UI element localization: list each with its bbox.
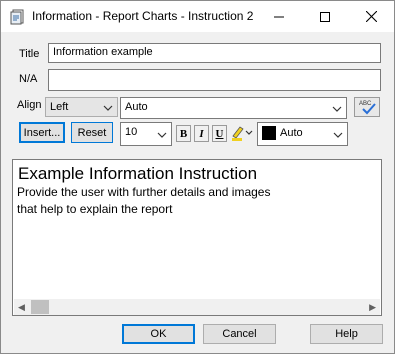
font-select-value: Auto [125,101,148,113]
scroll-right-icon[interactable]: ▶ [369,302,376,313]
insert-button[interactable]: Insert... [19,122,65,143]
text-color-select[interactable]: Auto [257,122,348,146]
close-button[interactable] [348,1,394,32]
highlighter-icon [232,126,253,141]
font-select[interactable]: Auto [120,97,347,119]
maximize-button[interactable] [302,1,348,32]
spellcheck-icon-text: ABC [359,101,372,107]
reset-button[interactable]: Reset [71,122,113,143]
highlight-color-button[interactable] [230,124,254,142]
scrollbar-thumb[interactable] [31,300,49,314]
chevron-down-icon [157,132,167,138]
underline-button[interactable]: U [212,125,227,142]
title-label: Title [19,48,40,60]
title-bar: Information - Report Charts - Instructio… [1,1,394,32]
text-color-value: Auto [280,127,303,139]
chevron-down-icon [103,105,113,111]
chevron-down-icon [333,132,343,138]
italic-button[interactable]: I [194,125,209,142]
na-label: N/A [19,73,38,85]
title-input[interactable]: Information example [48,43,381,63]
scroll-left-icon[interactable]: ◀ [18,302,25,313]
align-label: Align [17,99,42,111]
minimize-icon [274,16,284,17]
align-select[interactable]: Left [45,97,118,117]
bold-button[interactable]: B [176,125,191,142]
font-size-value: 10 [125,126,138,138]
align-select-value: Left [50,101,69,113]
help-button[interactable]: Help [310,324,383,344]
cancel-button[interactable]: Cancel [203,324,276,344]
minimize-button[interactable] [256,1,302,32]
color-swatch [262,126,276,140]
ok-button[interactable]: OK [122,324,195,344]
editor-heading: Example Information Instruction [18,164,258,183]
report-document-icon [10,9,24,25]
font-size-select[interactable]: 10 [120,122,172,146]
maximize-icon [320,11,330,22]
chevron-down-icon [332,106,342,112]
instruction-editor[interactable]: Example Information Instruction Provide … [12,159,382,316]
editor-body-text: Provide the user with further details an… [17,185,271,216]
horizontal-scrollbar[interactable]: ◀ ▶ [14,299,380,315]
window-title: Information - Report Charts - Instructio… [32,9,254,23]
spellcheck-button[interactable]: ABC [354,97,380,117]
na-input[interactable] [48,69,381,91]
spellcheck-icon: ABC [359,101,376,115]
dialog-window: Information - Report Charts - Instructio… [0,0,395,354]
close-icon [365,11,377,22]
